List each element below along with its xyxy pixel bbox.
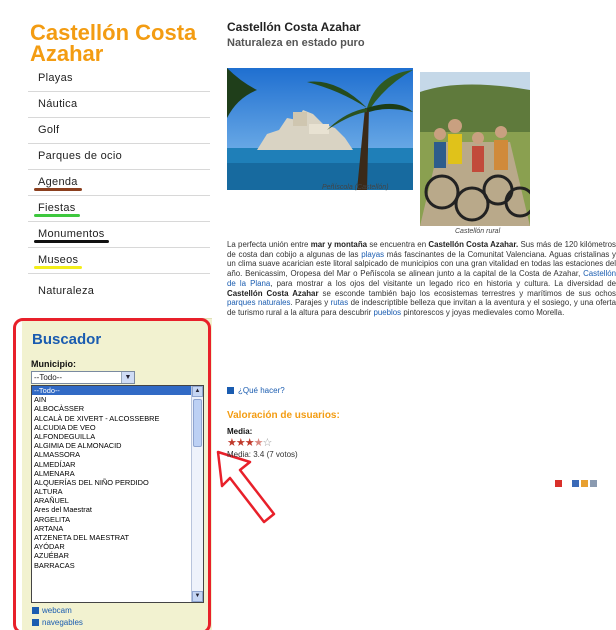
nav-item-playas[interactable]: Playas [28, 66, 210, 92]
nav-item-fiestas[interactable]: Fiestas [28, 196, 210, 222]
share-icons[interactable] [555, 474, 615, 487]
bold-text: mar y montaña [310, 240, 368, 249]
share-icon[interactable] [555, 480, 562, 487]
media-label: Media: [227, 427, 253, 436]
intro-paragraph: La perfecta unión entre mar y montaña se… [227, 240, 616, 317]
bold-text: Castellón Costa Azahar. [428, 240, 519, 249]
site-title[interactable]: Castellón Costa Azahar [30, 22, 212, 65]
star-icon[interactable]: ☆ [263, 437, 273, 449]
bold-text: Castellón Costa Azahar [227, 288, 319, 298]
inline-link[interactable]: rutas [331, 298, 349, 307]
peniscola-photo[interactable] [227, 68, 413, 190]
main-content: Castellón Costa Azahar Naturaleza en est… [227, 0, 616, 630]
nav-item-golf[interactable]: Golf [28, 118, 210, 144]
nav-item-parques[interactable]: Parques de ocio [28, 144, 210, 170]
nav-item-label: Agenda [34, 176, 82, 191]
nav-item-label: Naturaleza [38, 285, 95, 297]
que-hacer-label: ¿Qué hacer? [238, 386, 285, 395]
nav-item-label: Fiestas [34, 202, 80, 217]
inline-link[interactable]: pueblos [373, 308, 401, 317]
nav-item-agenda[interactable]: Agenda [28, 170, 210, 196]
left-column: Castellón Costa Azahar Playas Náutica Go… [0, 0, 276, 630]
inline-link[interactable]: playas [361, 250, 384, 259]
star-icon[interactable]: ★ [254, 437, 264, 449]
media-value: Media: 3.4 (7 votos) [227, 450, 298, 459]
nav-item-label: Playas [38, 72, 73, 84]
bookmark-icon[interactable] [572, 480, 579, 487]
rss-icon[interactable] [581, 480, 588, 487]
nav-item-label: Golf [38, 124, 60, 136]
more-icon[interactable] [590, 480, 597, 487]
rating-stars[interactable]: ★★★★☆ [227, 436, 273, 449]
inline-link[interactable]: Castellón de la Plana [227, 269, 616, 288]
star-icon[interactable]: ★ [245, 437, 255, 449]
rural-photo[interactable] [420, 72, 530, 226]
que-hacer-link[interactable]: ¿Qué hacer? [227, 386, 285, 395]
valoracion-title: Valoración de usuarios: [227, 410, 340, 421]
annotation-highlight-box [13, 318, 211, 630]
nav-item-label: Museos [33, 254, 83, 269]
page-subtitle: Naturaleza en estado puro [227, 37, 365, 49]
nav-item-nautica[interactable]: Náutica [28, 92, 210, 118]
main-nav: Playas Náutica Golf Parques de ocio Agen… [28, 66, 210, 308]
nav-item-naturaleza[interactable]: Naturaleza [28, 274, 210, 308]
nav-item-label: Parques de ocio [38, 150, 122, 162]
nav-item-label: Náutica [38, 98, 78, 110]
rural-caption: Castellón rural [455, 228, 501, 235]
nav-item-monumentos[interactable]: Monumentos [28, 222, 210, 248]
arrow-bullet-icon [227, 387, 234, 394]
inline-link[interactable]: parques naturales [227, 298, 290, 307]
page-title: Castellón Costa Azahar [227, 20, 361, 34]
nav-item-label: Monumentos [34, 228, 109, 243]
nav-item-museos[interactable]: Museos [28, 248, 210, 274]
peniscola-caption: Peñíscola (Castellón) [322, 184, 389, 191]
star-icon[interactable]: ★ [227, 437, 237, 449]
star-icon[interactable]: ★ [236, 437, 246, 449]
